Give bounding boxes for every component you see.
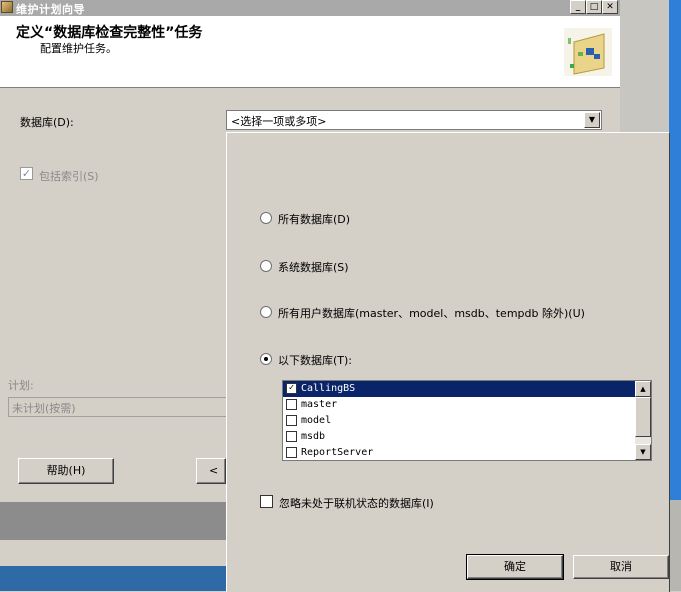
database-label: 数据库(D): xyxy=(20,116,74,129)
ignore-offline-checkbox[interactable] xyxy=(260,495,273,508)
radio-these-databases[interactable] xyxy=(260,353,272,365)
database-list[interactable]: ✓ CallingBS master model msdb ReportServ… xyxy=(282,380,652,461)
checkbox-calling-bs[interactable]: ✓ xyxy=(286,383,297,394)
close-button[interactable]: ✕ xyxy=(602,0,618,14)
list-item-label: model xyxy=(301,415,332,426)
scroll-up-icon[interactable]: ▲ xyxy=(635,381,651,397)
back-button[interactable]: < 上 xyxy=(196,458,226,484)
checkbox-master[interactable] xyxy=(286,399,297,410)
maximize-button[interactable]: □ xyxy=(586,0,602,14)
scroll-down-icon[interactable]: ▼ xyxy=(635,444,651,460)
radio-user-databases[interactable] xyxy=(260,306,272,318)
list-item-label: msdb xyxy=(301,431,326,442)
minimize-button[interactable]: _ xyxy=(570,0,586,14)
scroll-thumb[interactable] xyxy=(635,397,651,437)
database-selection-popup: 所有数据库(D) 系统数据库(S) 所有用户数据库(master、model、m… xyxy=(226,132,669,592)
database-dropdown-value: <选择一项或多项> xyxy=(231,115,327,128)
page-title: 定义“数据库检查完整性”任务 xyxy=(16,25,203,41)
list-item-label: CallingBS xyxy=(301,383,356,394)
list-item[interactable]: msdb xyxy=(283,429,635,445)
background-strip xyxy=(0,502,226,540)
include-indexes-checkbox[interactable]: ✓ xyxy=(20,167,33,180)
page-subtitle: 配置维护任务。 xyxy=(40,42,117,55)
option-all-databases-label: 所有数据库(D) xyxy=(278,213,351,226)
schedule-field: 未计划(按需) xyxy=(8,397,228,417)
radio-all-databases[interactable] xyxy=(260,212,272,224)
option-system-databases-label: 系统数据库(S) xyxy=(278,261,349,274)
app-icon xyxy=(1,1,13,13)
background-window-edge-lower xyxy=(669,500,681,591)
option-these-databases-label: 以下数据库(T): xyxy=(278,354,353,367)
window-title: 维护计划向导 xyxy=(16,3,85,16)
list-item[interactable]: model xyxy=(283,413,635,429)
list-item-label: master xyxy=(301,399,338,410)
schedule-label: 计划: xyxy=(8,379,34,392)
background-window-edge xyxy=(669,0,681,500)
radio-system-databases[interactable] xyxy=(260,260,272,272)
checkbox-model[interactable] xyxy=(286,415,297,426)
title-bar[interactable]: 维护计划向导 _ □ ✕ xyxy=(0,0,620,16)
ignore-offline-label: 忽略未处于联机状态的数据库(I) xyxy=(279,497,434,510)
taskbar xyxy=(0,566,226,591)
help-button[interactable]: 帮助(H) xyxy=(18,458,114,484)
ok-button[interactable]: 确定 xyxy=(466,554,564,580)
dropdown-arrow-icon[interactable]: ▼ xyxy=(584,112,600,128)
list-item[interactable]: ✓ CallingBS xyxy=(283,381,635,397)
wizard-graphic-icon xyxy=(564,28,612,76)
database-dropdown[interactable]: <选择一项或多项> ▼ xyxy=(226,110,602,130)
cancel-button[interactable]: 取消 xyxy=(573,555,669,579)
wizard-header: 定义“数据库检查完整性”任务 配置维护任务。 xyxy=(0,16,620,88)
include-indexes-label: 包括索引(S) xyxy=(39,170,99,183)
list-scrollbar[interactable]: ▲ ▼ xyxy=(635,381,651,460)
list-item-label: ReportServer xyxy=(301,447,374,458)
option-user-databases-label: 所有用户数据库(master、model、msdb、tempdb 除外)(U) xyxy=(278,307,585,320)
checkbox-report-server[interactable] xyxy=(286,447,297,458)
list-item[interactable]: master xyxy=(283,397,635,413)
list-item[interactable]: ReportServer xyxy=(283,445,635,460)
checkbox-msdb[interactable] xyxy=(286,431,297,442)
